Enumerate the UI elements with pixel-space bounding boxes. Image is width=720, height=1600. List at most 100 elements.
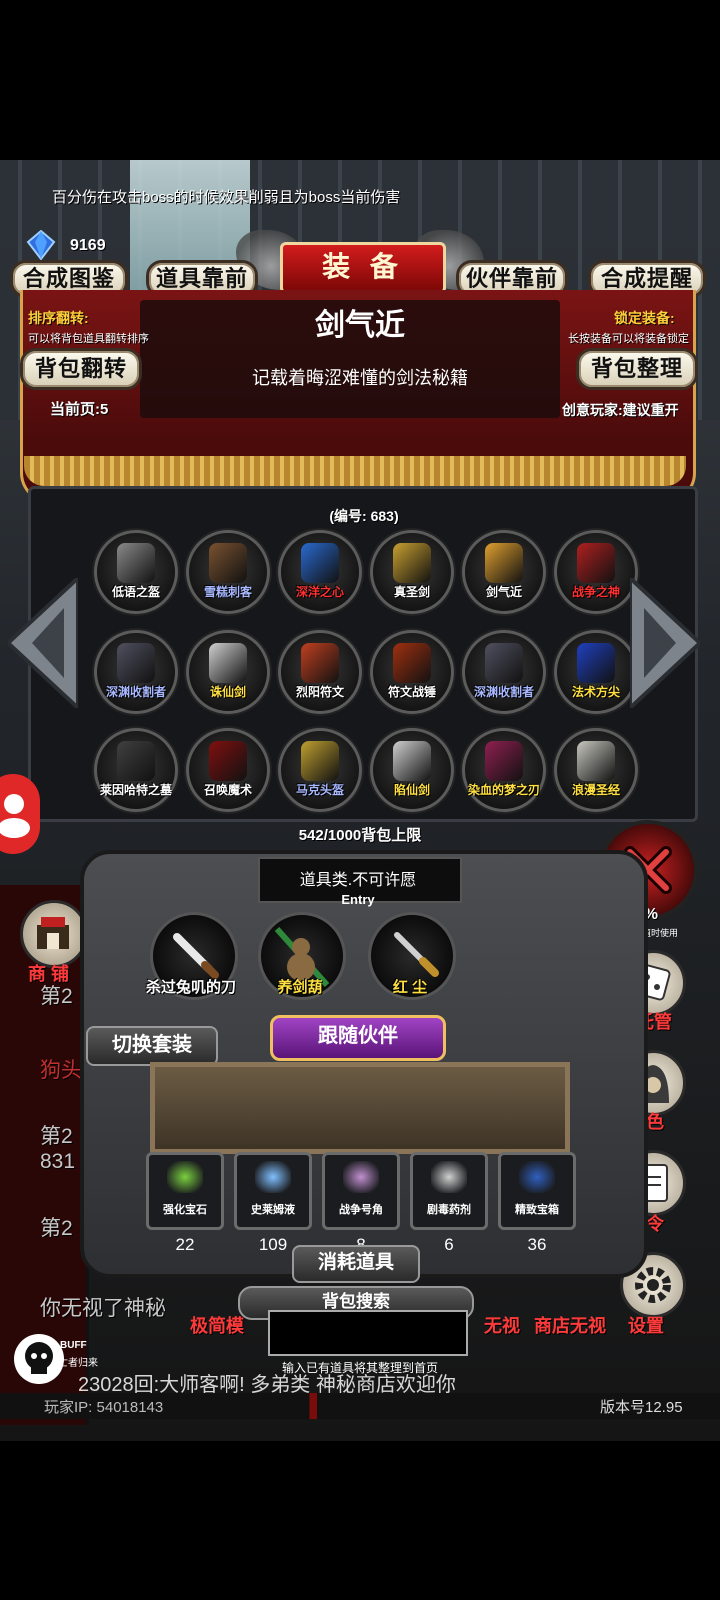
item-icon (209, 543, 247, 583)
consumable-icon (167, 1161, 203, 1193)
chat-line: 第2 (40, 985, 73, 1008)
item-label: 染血的梦之刃 (467, 783, 540, 797)
shop-button[interactable] (20, 900, 88, 968)
item-label: 莱因哈特之墓 (99, 783, 172, 797)
item-label: 剑气近 (485, 585, 522, 599)
player-ip: 玩家IP: 54018143 (44, 1399, 164, 1416)
item-icon (117, 543, 155, 583)
bag-reverse-button[interactable]: 背包翻转 (20, 348, 142, 390)
creator-credit: 创意玩家:建议重开 (562, 402, 679, 418)
gem-count: 9169 (70, 237, 106, 254)
bag-search-input[interactable] (268, 1310, 468, 1356)
switch-set-button[interactable]: 切换套装 (86, 1026, 218, 1066)
user-icon (0, 794, 30, 838)
buff-badge[interactable] (14, 1334, 64, 1384)
item-icon (485, 643, 523, 683)
lock-note: 长按装备可以将装备锁定 (568, 333, 689, 345)
prev-page-arrow[interactable] (8, 578, 78, 708)
selected-item-name: 剑气近 (315, 309, 405, 342)
inventory-slot[interactable]: 浪漫圣经 (554, 728, 638, 812)
inventory-slot[interactable]: 法术方尖 (554, 630, 638, 714)
item-label: 深洋之心 (295, 585, 344, 599)
sort-label: 排序翻转: (28, 310, 89, 326)
consumable-label: 精致宝箱 (515, 1204, 559, 1216)
consumable-label: 剧毒药剂 (427, 1204, 471, 1216)
consumable-label: 史莱姆液 (251, 1204, 295, 1216)
profile-bubble[interactable] (0, 774, 40, 854)
consumable-slot[interactable]: 史莱姆液 109 (234, 1152, 312, 1254)
item-label: 深渊收割者 (473, 685, 534, 699)
inventory-slot[interactable]: 马克头盔 (278, 728, 362, 812)
chat-line: 831 (40, 1150, 76, 1173)
wish-sub: Entry (341, 892, 375, 907)
chat-line: 第2 (40, 1125, 73, 1148)
item-label: 真圣剑 (393, 585, 430, 599)
diamond-icon (26, 230, 56, 260)
inventory-slot[interactable]: 低语之盔 (94, 530, 178, 614)
curtain-fringe (24, 456, 686, 486)
next-page-arrow[interactable] (630, 578, 700, 708)
item-icon (301, 543, 339, 583)
item-label: 烈阳符文 (295, 685, 344, 699)
inventory-slot[interactable]: 深洋之心 (278, 530, 362, 614)
equipped-label: 杀过兔叽的刀 (145, 979, 236, 996)
inventory-slot[interactable]: 深渊收割者 (94, 630, 178, 714)
item-icon (577, 643, 615, 683)
consumable-count: 6 (444, 1235, 454, 1254)
item-icon (485, 741, 523, 781)
item-label: 浪漫圣经 (571, 783, 620, 797)
item-id: (编号: 683) (329, 508, 399, 524)
buff-label: BUFF (60, 1340, 87, 1351)
shop-ignore-tab[interactable]: 商店无视 (534, 1312, 606, 1338)
ignore-tab[interactable]: 无视 (484, 1312, 520, 1338)
item-icon (301, 741, 339, 781)
wish-text: 道具类.不可许愿 (299, 872, 417, 889)
consumable-slot[interactable]: 战争号角8 (322, 1152, 400, 1254)
bag-organize-button[interactable]: 背包整理 (576, 348, 698, 390)
consumable-count: 22 (175, 1235, 195, 1254)
game-screen: 百分伤在攻击boss的时候效果削弱且为boss当前伤害 9169 合成图鉴 道具… (0, 160, 720, 1441)
equipped-label: 养剑葫 (277, 979, 323, 996)
inventory-slot[interactable]: 战争之神 (554, 530, 638, 614)
chat-line: 狗头 (40, 1059, 82, 1082)
version-number: 版本号12.95 (600, 1399, 683, 1416)
inventory-slot[interactable]: 莱因哈特之墓 (94, 728, 178, 812)
consumable-icon (343, 1161, 379, 1193)
item-label: 诛仙剑 (209, 685, 246, 699)
skull-icon (25, 1342, 53, 1374)
inventory-slot[interactable]: 染血的梦之刃 (462, 728, 546, 812)
inventory-slot[interactable]: 符文战锤 (370, 630, 454, 714)
item-icon (393, 643, 431, 683)
inventory-slot[interactable]: 烈阳符文 (278, 630, 362, 714)
consumable-slot[interactable]: 剧毒药剂 6 (410, 1152, 488, 1254)
inventory-slot[interactable]: 诛仙剑 (186, 630, 270, 714)
chat-line: 你无视了神秘 (40, 1297, 166, 1320)
consumable-slot[interactable]: 强化宝石 22 (146, 1152, 224, 1254)
item-icon (301, 643, 339, 683)
consumable-slot[interactable]: 精致宝箱 36 (498, 1152, 576, 1254)
item-label: 符文战锤 (387, 685, 436, 699)
item-label: 深渊收割者 (105, 685, 166, 699)
item-label: 低语之盔 (111, 585, 160, 599)
minimal-mode-tab[interactable]: 极简模 (190, 1312, 244, 1338)
item-icon (393, 543, 431, 583)
item-label: 陷仙剑 (393, 783, 430, 797)
shop-icon (37, 917, 69, 949)
consumables-title: 消耗道具 (292, 1245, 420, 1283)
equipment-title: 装 备 (280, 242, 446, 294)
inventory-slot[interactable]: 真圣剑 (370, 530, 454, 614)
item-icon (209, 643, 247, 683)
item-icon (393, 741, 431, 781)
inventory-slot[interactable]: 雪糕刺客 (186, 530, 270, 614)
partner-slot[interactable] (150, 1062, 570, 1154)
current-page: 当前页:5 (50, 401, 109, 418)
follow-partner-button[interactable]: 跟随伙伴 (270, 1015, 446, 1061)
item-icon (577, 741, 615, 781)
inventory-slot[interactable]: 深渊收割者 (462, 630, 546, 714)
top-notice: 百分伤在攻击boss的时候效果削弱且为boss当前伤害 (52, 189, 401, 206)
inventory-slot[interactable]: 陷仙剑 (370, 728, 454, 812)
item-label: 马克头盔 (295, 783, 344, 797)
consumable-icon (519, 1161, 555, 1193)
inventory-slot[interactable]: 召唤魔术 (186, 728, 270, 812)
inventory-slot[interactable]: 剑气近 (462, 530, 546, 614)
